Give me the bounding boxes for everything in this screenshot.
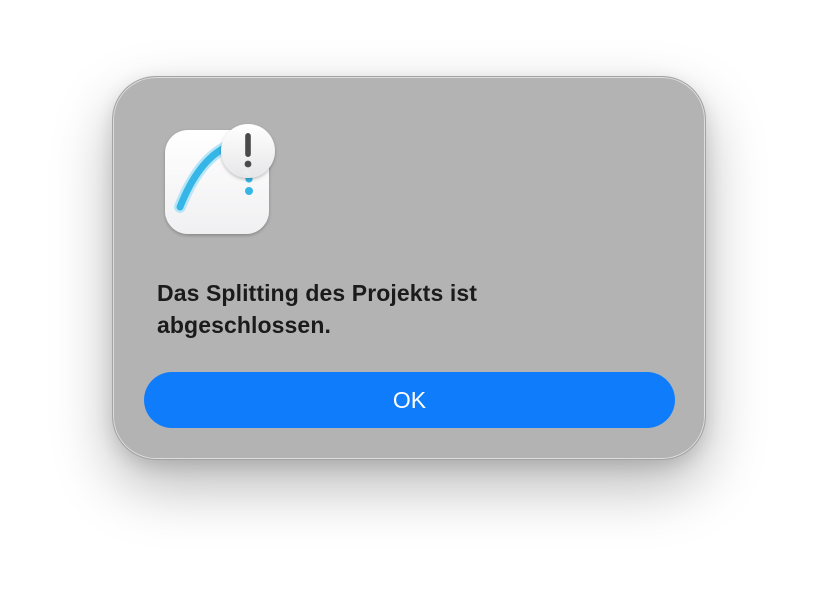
screen: Das Splitting des Projekts ist abgeschlo… xyxy=(0,0,818,608)
app-alert-icon xyxy=(164,124,275,235)
alert-message: Das Splitting des Projekts ist abgeschlo… xyxy=(157,280,477,338)
alert-dialog: Das Splitting des Projekts ist abgeschlo… xyxy=(112,76,706,460)
ok-button[interactable]: OK xyxy=(144,372,675,428)
